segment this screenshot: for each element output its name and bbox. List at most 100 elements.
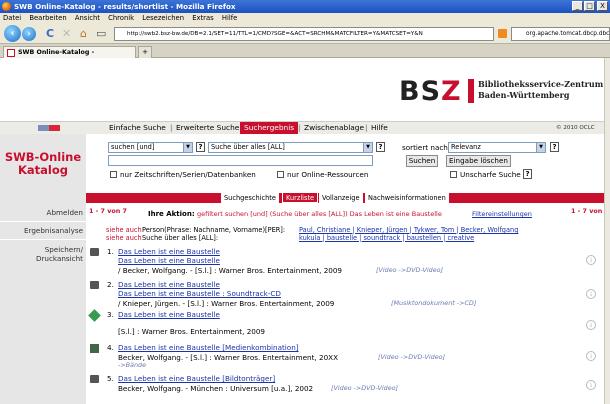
online-checkbox[interactable] [277,171,284,178]
result-author: / Knieper, Jürgen. - [S.l.] : Warner Bro… [118,299,335,308]
forward-icon[interactable]: › [22,27,36,41]
window-titlebar: SWB Online-Katalog - results/shortlist -… [0,0,610,13]
page-icon: ▭ [96,27,107,40]
clear-button[interactable]: Eingabe löschen [446,155,511,167]
tab-suchgeschichte[interactable]: Suchgeschichte [220,193,279,203]
results-list: 1 - 7 von 7 Ihre Aktion: gefiltert suche… [86,203,604,404]
rss-icon[interactable] [498,29,507,38]
menu-chronik[interactable]: Chronik [108,14,134,22]
result-type: [Video ->DVD-Video] [378,353,446,361]
sidebar-druckansicht[interactable]: Druckansicht [0,254,86,263]
result-title[interactable]: Das Leben ist eine Baustelle [118,280,220,289]
result-author: Becker, Wolfgang. - München : Universum … [118,384,314,393]
result-title[interactable]: Das Leben ist eine Baustelle [118,310,220,319]
tab-kurzliste[interactable]: Kurzliste [282,193,319,203]
volumes-link[interactable]: ->Bände [118,361,146,370]
info-icon[interactable]: i [586,320,596,330]
query-input[interactable] [108,155,373,166]
maximize-button[interactable]: □ [584,1,595,11]
search-input[interactable]: org.apache.tomcat.dbcp.dbc [511,27,610,41]
menu-bearbeiten[interactable]: Bearbeiten [29,14,66,22]
result-count-right: 1 - 7 von 7 [571,207,604,215]
video-icon [90,248,99,256]
action-text: gefiltert suchen [und] (Suche über alles… [197,210,442,218]
see-also-label: siehe auch [106,234,142,242]
result-title[interactable]: Das Leben ist eine Baustelle [Medienkomb… [118,343,299,352]
operator-select[interactable]: suchen [und] ▼ [108,142,193,153]
info-icon[interactable]: i [586,289,596,299]
sort-help-button[interactable]: ? [550,142,559,152]
tab-nachweisinformationen[interactable]: Nachweisinformationen [364,193,449,203]
serials-checkbox[interactable] [110,171,117,178]
url-input[interactable]: http://swb2.bsz-bw.de/DB=2.1/SET=11/TTL=… [114,27,494,41]
action-label: Ihre Aktion: [148,210,195,218]
result-type: [Musiktondokument ->CD] [391,299,477,307]
see-also-all: Suche über alles [ALL]: [142,234,219,242]
menu-lesezeichen[interactable]: Lesezeichen [142,14,184,22]
vertical-scrollbar[interactable] [604,58,610,404]
browser-tab[interactable]: SWB Online-Katalog - results/shortlist [3,46,136,67]
back-icon[interactable]: ‹ [4,25,21,42]
result-type: [Video ->DVD-Video] [331,384,399,392]
filter-settings-link[interactable]: Filtereinstellungen [472,210,532,219]
home-icon[interactable]: ⌂ [80,28,87,40]
result-number: 1. [107,247,114,256]
copyright: © 2010 OCLC [556,125,595,131]
menu-hilfe[interactable]: Hilfe [222,14,237,22]
operator-help-button[interactable]: ? [196,142,205,152]
window-title: SWB Online-Katalog - results/shortlist -… [14,2,236,11]
nav-toolbar: ‹ › C ✕ ⌂ ▭ http://swb2.bsz-bw.de/DB=2.1… [0,24,610,44]
result-subtitle[interactable]: Das Leben ist eine Baustelle [118,256,220,265]
tab-vollanzeige[interactable]: Vollanzeige [318,193,363,203]
media-kit-icon [90,344,99,353]
bsz-logo-bar [468,79,474,103]
nav-hilfe[interactable]: Hilfe [367,122,392,134]
search-button[interactable]: Suchen [406,155,438,167]
item-icon [88,309,101,322]
nav-erweiterte-suche[interactable]: Erweiterte Suche [172,122,243,134]
result-tabs: Suchgeschichte Kurzliste Vollanzeige Nac… [86,193,604,203]
tab-favicon [7,49,15,57]
field-select[interactable]: Suche über alles [ALL] ▼ [208,142,373,153]
fuzzy-help-button[interactable]: ? [523,169,532,179]
reload-icon[interactable]: C [46,28,54,40]
see-also-all-links[interactable]: kukula | baustelle | soundtrack | bauste… [299,234,474,243]
nav-einfache-suche[interactable]: Einfache Suche [105,122,170,134]
new-tab-button[interactable]: + [138,46,152,58]
language-flag-icon[interactable] [38,125,60,131]
online-label: nur Online-Ressourcen [287,170,369,179]
menu-extras[interactable]: Extras [192,14,213,22]
menu-ansicht[interactable]: Ansicht [75,14,100,22]
result-number: 5. [107,374,114,383]
sort-label: sortiert nach [402,143,448,152]
sort-select[interactable]: Relevanz ▼ [448,142,546,153]
result-subtitle[interactable]: Das Leben ist eine Baustelle : Soundtrac… [118,289,281,298]
sidebar-ergebnisanalyse[interactable]: Ergebnisanalyse [0,226,86,235]
result-title[interactable]: Das Leben ist eine Baustelle [Bildtonträ… [118,374,275,383]
info-icon[interactable]: i [586,380,596,390]
video-icon [90,375,99,383]
field-help-button[interactable]: ? [376,142,385,152]
menu-datei[interactable]: Datei [3,14,21,22]
page-header: BSZ Bibliotheksservice-Zentrum Baden-Wür… [0,58,604,122]
result-number: 4. [107,343,114,352]
sidebar-speichern[interactable]: Speichern/ [0,245,86,254]
sidebar-divider [0,221,86,222]
result-number: 2. [107,280,114,289]
catalog-brand: SWB-Online Katalog [4,150,82,177]
sidebar-abmelden[interactable]: Abmelden [0,208,86,217]
fuzzy-checkbox[interactable] [450,171,457,178]
result-title[interactable]: Das Leben ist eine Baustelle [118,247,220,256]
result-number: 3. [107,310,114,319]
result-author: Becker, Wolfgang. - [S.l.] : Warner Bros… [118,353,338,362]
close-button[interactable]: X [597,1,608,11]
stop-icon[interactable]: ✕ [62,28,71,40]
audio-icon [90,281,99,289]
info-icon[interactable]: i [586,351,596,361]
info-icon[interactable]: i [586,255,596,265]
nav-suchergebnis[interactable]: Suchergebnis [240,122,299,134]
nav-zwischenablage[interactable]: Zwischenablage [300,122,368,134]
sidebar-divider [0,239,86,240]
firefox-icon [2,2,11,11]
minimize-button[interactable]: _ [572,1,583,11]
